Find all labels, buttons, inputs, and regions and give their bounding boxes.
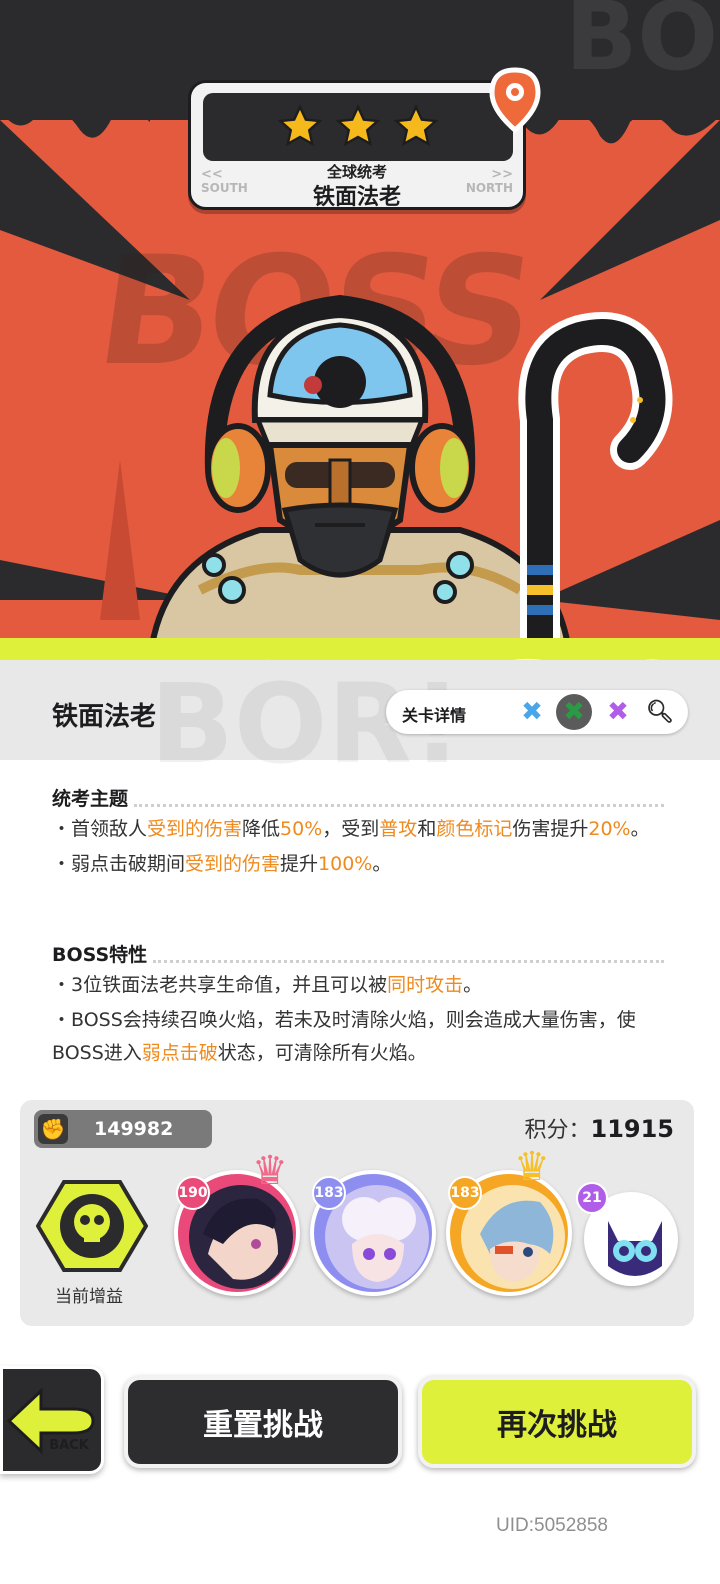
team-member-4-level: 21	[576, 1182, 608, 1214]
body-text: 和	[417, 818, 437, 840]
score-display: 积分：11915	[524, 1115, 675, 1143]
highlight-text: 弱点击破	[141, 1042, 218, 1064]
team-member-3-level: 183	[448, 1176, 482, 1210]
retry-challenge-button[interactable]: 再次挑战	[418, 1376, 696, 1468]
team-member-1-level: 190	[176, 1176, 210, 1210]
boss-trait-section-title: BOSS特性	[52, 940, 664, 967]
body-text: 。	[630, 818, 650, 840]
power-value: 149982	[94, 1118, 174, 1140]
theme-section-title: 统考主题	[52, 784, 664, 811]
star-icon-2	[335, 104, 381, 147]
boss-trait-line-2: ・BOSS会持续召唤火焰，若未及时清除火焰，则会造成大量伤害，使BOSS进入弱点…	[52, 1004, 664, 1070]
crown-icon: ♛	[514, 1144, 550, 1190]
body-text: 状态，可清除所有火焰。	[217, 1042, 427, 1064]
current-buff-label: 当前增益	[55, 1287, 123, 1307]
reset-challenge-button[interactable]: 重置挑战	[124, 1376, 402, 1468]
body-text: 。	[463, 974, 483, 996]
location-pin-icon[interactable]	[488, 66, 542, 134]
magnifier-icon: 🔍︎	[646, 699, 674, 725]
body-text: ・首领敌人	[52, 818, 148, 840]
user-id: UID:5052858	[496, 1515, 608, 1536]
fist-icon: ✊	[38, 1114, 68, 1144]
back-button[interactable]: BACK	[0, 1366, 104, 1474]
score-value: 11915	[590, 1115, 675, 1143]
purple-cross-icon: ✖	[607, 697, 629, 727]
highlight-text: 50%	[280, 818, 323, 840]
power-tag: ✊ 149982	[34, 1110, 212, 1148]
green-cross-icon: ✖	[556, 694, 592, 730]
boss-name-title: 铁面法老	[52, 702, 157, 732]
star-rating	[203, 93, 513, 161]
stage-detail-label: 关卡详情	[402, 706, 467, 725]
team-summary: ✊ 149982 积分：11915 当前增益 190 ♛ 183 183 ♛ 2…	[20, 1100, 694, 1326]
stage-card: << SOUTH 全球统考 铁面法老 >> NORTH	[188, 80, 526, 210]
star-icon-1	[277, 104, 323, 147]
body-text: ・3位铁面法老共享生命值，并且可以被	[52, 974, 388, 996]
highlight-text: 受到的伤害	[185, 853, 281, 875]
theme-line-1: ・首领敌人受到的伤害降低50%，受到普攻和颜色标记伤害提升20%。	[52, 813, 664, 846]
star-icon-3	[393, 104, 439, 147]
highlight-text: 普攻	[379, 818, 418, 840]
body-text: 降低	[242, 818, 281, 840]
boss-trait-section: BOSS特性 ・3位铁面法老共享生命值，并且可以被同时攻击。 ・BOSS会持续召…	[52, 940, 664, 1070]
highlight-text: 20%	[588, 818, 631, 840]
north-direction[interactable]: >> NORTH	[466, 168, 513, 195]
body-text: 提升	[280, 853, 319, 875]
body-text: 。	[372, 853, 392, 875]
team-member-2-level: 183	[312, 1176, 346, 1210]
boss-hero-banner: BO BOSS << SOUTH 全球统考 铁面法老 >> NORTH	[0, 0, 720, 660]
stage-detail-button[interactable]: 关卡详情 ✖ ✖ ✖ 🔍︎	[386, 690, 688, 734]
skull-buff-icon[interactable]	[36, 1178, 148, 1274]
body-text: 伤害提升	[512, 818, 589, 840]
blue-cross-icon: ✖	[521, 697, 543, 727]
highlight-text: 受到的伤害	[147, 818, 243, 840]
highlight-text: 颜色标记	[436, 818, 513, 840]
highlight-text: 100%	[318, 853, 373, 875]
back-arrow-icon: BACK	[6, 1387, 95, 1455]
panel-header: BOR! 铁面法老 关卡详情 ✖ ✖ ✖ 🔍︎	[0, 660, 720, 788]
crown-icon: ♛	[252, 1148, 288, 1194]
theme-section: 统考主题 ・首领敌人受到的伤害降低50%，受到普攻和颜色标记伤害提升20%。 ・…	[52, 784, 664, 881]
body-text: ・弱点击破期间	[52, 853, 186, 875]
theme-line-2: ・弱点击破期间受到的伤害提升100%。	[52, 848, 664, 881]
body-text: ，受到	[322, 818, 380, 840]
back-label: BACK	[49, 1438, 90, 1453]
boss-trait-line-1: ・3位铁面法老共享生命值，并且可以被同时攻击。	[52, 969, 664, 1002]
highlight-text: 同时攻击	[387, 974, 464, 996]
